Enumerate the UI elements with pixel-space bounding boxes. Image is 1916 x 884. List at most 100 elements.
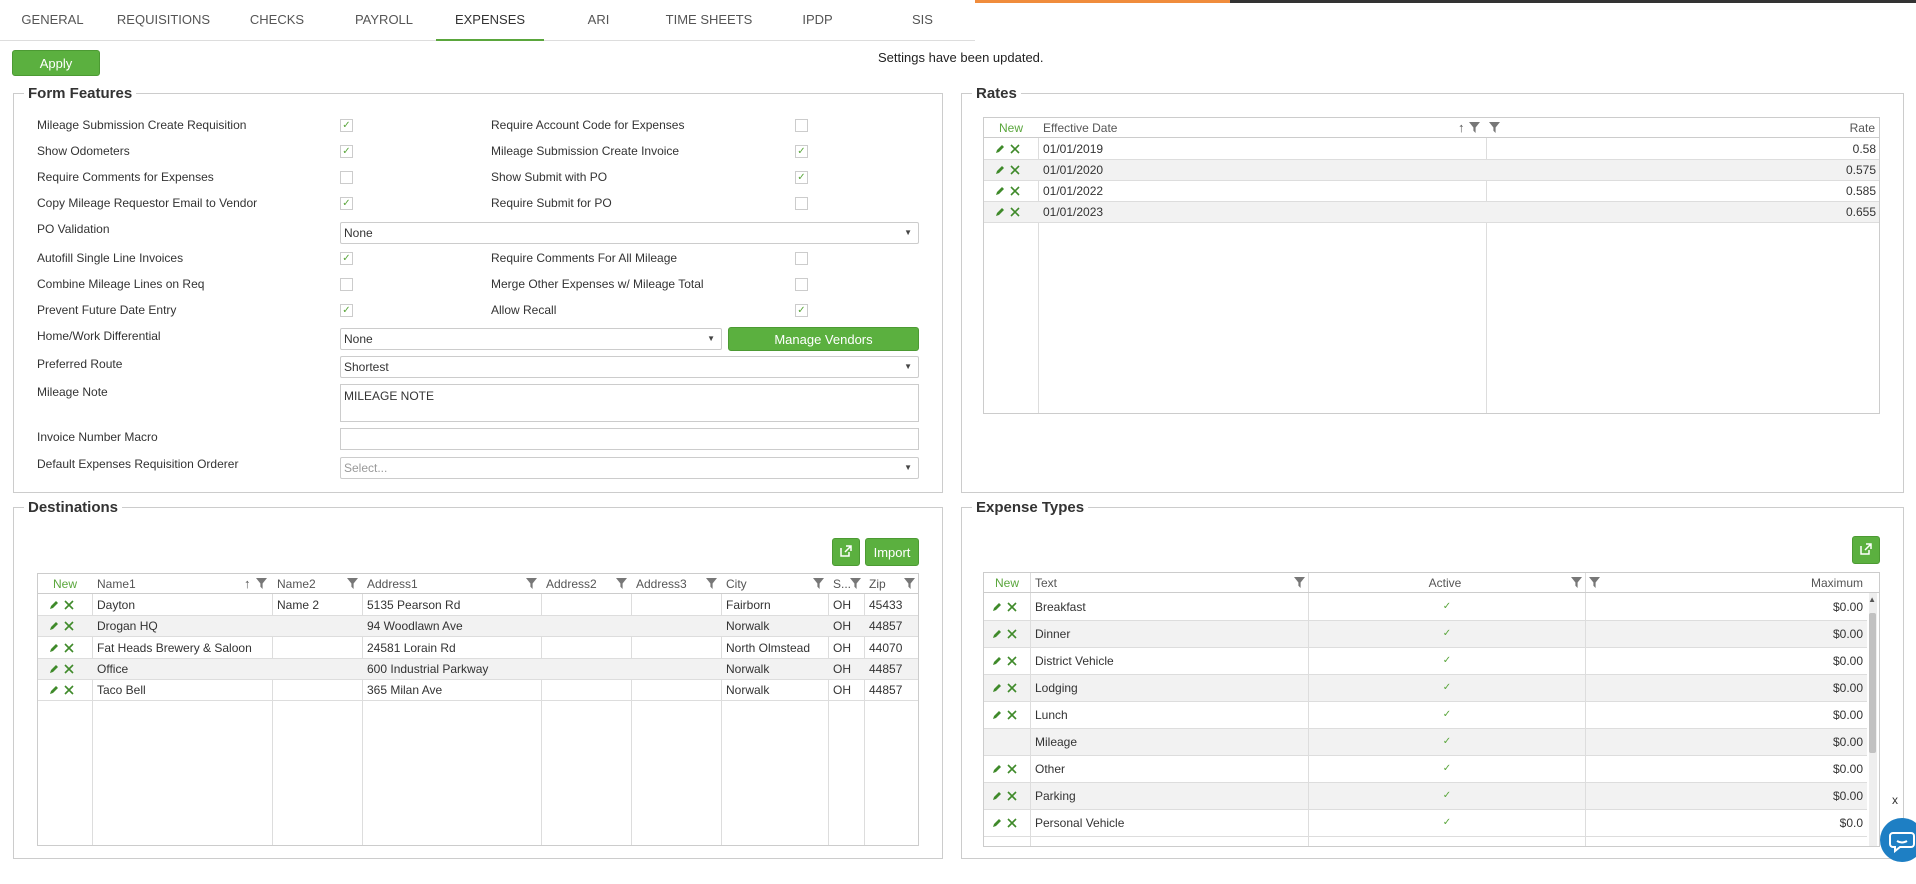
- header-name2[interactable]: Name2: [274, 574, 316, 594]
- delete-icon[interactable]: [1007, 791, 1017, 801]
- delete-icon[interactable]: [1007, 656, 1017, 666]
- invoice-macro-input[interactable]: [340, 428, 919, 450]
- filter-icon[interactable]: [1571, 577, 1582, 588]
- filter-icon[interactable]: [1489, 122, 1500, 133]
- apply-button[interactable]: Apply: [12, 50, 100, 76]
- header-rate[interactable]: Rate: [1504, 118, 1878, 138]
- tab-general[interactable]: GENERAL: [0, 0, 105, 41]
- edit-icon[interactable]: [49, 643, 59, 653]
- tab-checks[interactable]: CHECKS: [222, 0, 332, 41]
- checkbox-prevent-future-date[interactable]: ✓: [340, 304, 353, 317]
- checkbox-require-submit-po[interactable]: [795, 197, 808, 210]
- delete-icon[interactable]: [1010, 186, 1020, 196]
- filter-icon[interactable]: [347, 578, 358, 589]
- expense-export-button[interactable]: [1852, 536, 1880, 564]
- edit-icon[interactable]: [995, 144, 1005, 154]
- header-active[interactable]: Active: [1310, 573, 1580, 593]
- filter-icon[interactable]: [813, 578, 824, 589]
- checkbox-require-comments-mileage[interactable]: [795, 252, 808, 265]
- checkbox-copy-requestor-email[interactable]: ✓: [340, 197, 353, 210]
- edit-icon[interactable]: [992, 683, 1002, 693]
- tab-sis[interactable]: SIS: [870, 0, 975, 41]
- expense-new-button[interactable]: New: [984, 573, 1030, 593]
- filter-icon[interactable]: [256, 578, 267, 589]
- sort-up-icon[interactable]: ↑: [1458, 118, 1465, 138]
- filter-icon[interactable]: [526, 578, 537, 589]
- filter-icon[interactable]: [706, 578, 717, 589]
- delete-icon[interactable]: [1007, 818, 1017, 828]
- preferred-route-select[interactable]: Shortest ▼: [340, 356, 919, 378]
- edit-icon[interactable]: [992, 656, 1002, 666]
- tab-expenses[interactable]: EXPENSES: [436, 0, 544, 41]
- header-state[interactable]: S...: [830, 574, 851, 594]
- delete-icon[interactable]: [1010, 165, 1020, 175]
- checkbox-show-submit-po[interactable]: ✓: [795, 171, 808, 184]
- delete-icon[interactable]: [1010, 144, 1020, 154]
- edit-icon[interactable]: [992, 764, 1002, 774]
- header-effective-date[interactable]: Effective Date: [1040, 118, 1480, 138]
- delete-icon[interactable]: [1007, 602, 1017, 612]
- edit-icon[interactable]: [992, 791, 1002, 801]
- rates-new-button[interactable]: New: [984, 118, 1038, 138]
- tab-time-sheets[interactable]: TIME SHEETS: [653, 0, 765, 41]
- destinations-new-button[interactable]: New: [38, 574, 92, 594]
- header-address3[interactable]: Address3: [633, 574, 687, 594]
- checkbox-show-odometers[interactable]: ✓: [340, 145, 353, 158]
- filter-icon[interactable]: [904, 578, 915, 589]
- edit-icon[interactable]: [995, 207, 1005, 217]
- delete-icon[interactable]: [64, 685, 74, 695]
- default-orderer-select[interactable]: Select... ▼: [340, 457, 919, 479]
- header-name1[interactable]: Name1: [94, 574, 136, 594]
- checkbox-mileage-create-requisition[interactable]: ✓: [340, 119, 353, 132]
- checkbox-allow-recall[interactable]: ✓: [795, 304, 808, 317]
- tab-requisitions[interactable]: REQUISITIONS: [105, 0, 222, 41]
- edit-icon[interactable]: [992, 629, 1002, 639]
- edit-icon[interactable]: [49, 685, 59, 695]
- edit-icon[interactable]: [995, 186, 1005, 196]
- delete-icon[interactable]: [1007, 629, 1017, 639]
- manage-vendors-button[interactable]: Manage Vendors: [728, 327, 919, 351]
- delete-icon[interactable]: [1007, 764, 1017, 774]
- edit-icon[interactable]: [49, 600, 59, 610]
- filter-icon[interactable]: [850, 578, 861, 589]
- tab-payroll[interactable]: PAYROLL: [332, 0, 436, 41]
- header-zip[interactable]: Zip: [866, 574, 886, 594]
- tab-ari[interactable]: ARI: [544, 0, 653, 41]
- edit-icon[interactable]: [49, 621, 59, 631]
- mileage-note-textarea[interactable]: MILEAGE NOTE: [340, 384, 919, 422]
- delete-icon[interactable]: [64, 664, 74, 674]
- checkbox-mileage-create-invoice[interactable]: ✓: [795, 145, 808, 158]
- edit-icon[interactable]: [49, 664, 59, 674]
- chat-button[interactable]: [1880, 818, 1916, 862]
- delete-icon[interactable]: [1010, 207, 1020, 217]
- sort-up-icon[interactable]: ↑: [244, 574, 251, 594]
- delete-icon[interactable]: [64, 643, 74, 653]
- delete-icon[interactable]: [64, 621, 74, 631]
- filter-icon[interactable]: [1294, 577, 1305, 588]
- expense-scrollbar-thumb[interactable]: [1869, 613, 1876, 753]
- home-work-select[interactable]: None ▼: [340, 328, 722, 350]
- checkbox-require-account-code[interactable]: [795, 119, 808, 132]
- delete-icon[interactable]: [1007, 683, 1017, 693]
- delete-icon[interactable]: [64, 600, 74, 610]
- checkbox-require-comments-expenses[interactable]: [340, 171, 353, 184]
- po-validation-select[interactable]: None ▼: [340, 222, 919, 244]
- header-address2[interactable]: Address2: [543, 574, 597, 594]
- filter-icon[interactable]: [616, 578, 627, 589]
- checkbox-autofill-invoices[interactable]: ✓: [340, 252, 353, 265]
- header-address1[interactable]: Address1: [364, 574, 418, 594]
- tab-ipdp[interactable]: IPDP: [765, 0, 870, 41]
- edit-icon[interactable]: [995, 165, 1005, 175]
- edit-icon[interactable]: [992, 602, 1002, 612]
- edit-icon[interactable]: [992, 818, 1002, 828]
- filter-icon[interactable]: [1589, 577, 1600, 588]
- header-maximum[interactable]: Maximum: [1604, 573, 1866, 593]
- header-city[interactable]: City: [723, 574, 747, 594]
- filter-icon[interactable]: [1469, 122, 1480, 133]
- export-button[interactable]: [832, 538, 860, 566]
- edit-icon[interactable]: [992, 710, 1002, 720]
- scroll-up-icon[interactable]: ▲: [1868, 595, 1876, 604]
- delete-icon[interactable]: [1007, 710, 1017, 720]
- header-text[interactable]: Text: [1032, 573, 1057, 593]
- checkbox-merge-expenses[interactable]: [795, 278, 808, 291]
